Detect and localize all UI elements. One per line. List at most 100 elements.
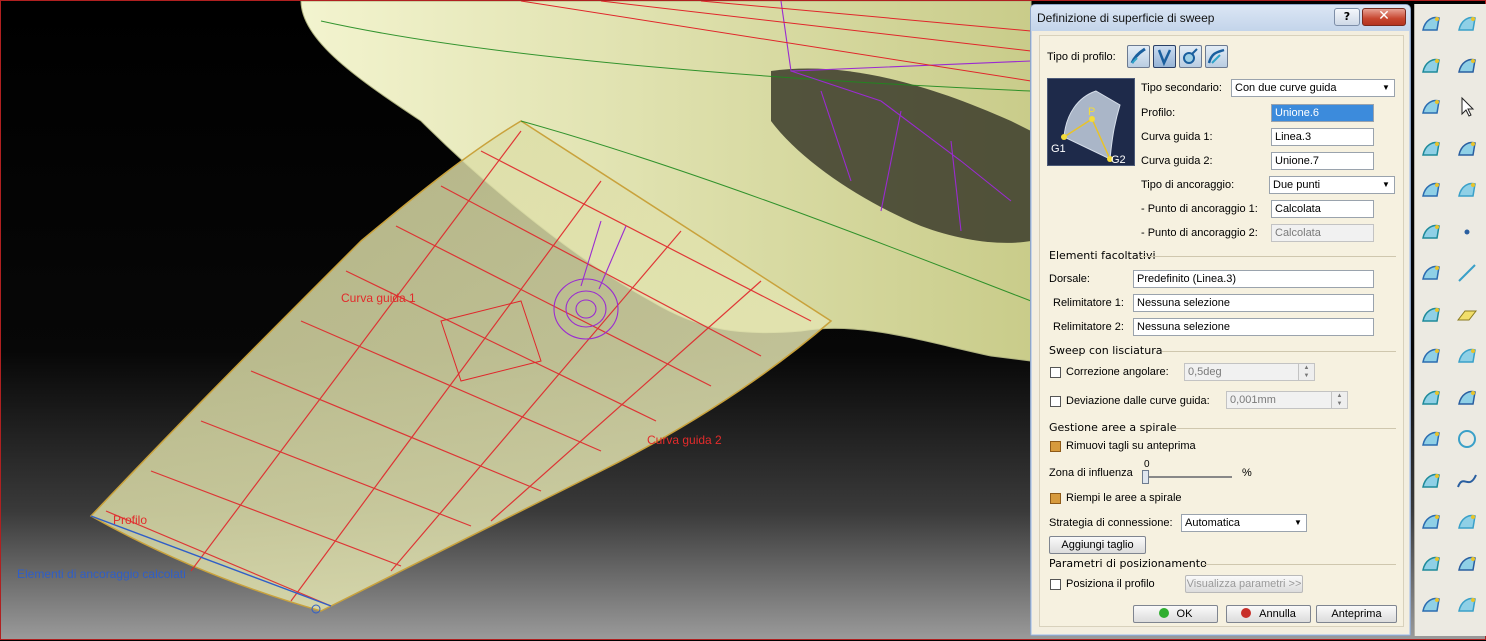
measure-icon-graphic <box>1458 58 1476 73</box>
rimuovi-checkbox[interactable] <box>1050 441 1061 452</box>
profilo-field[interactable]: Unione.6 <box>1271 104 1374 122</box>
blend-icon-graphic <box>1422 182 1440 197</box>
ok-button[interactable]: OK <box>1133 605 1218 623</box>
symmetry-icon[interactable] <box>1419 593 1443 617</box>
relimitatore-1-label: Relimitatore 1: <box>1053 297 1124 309</box>
multi-section-icon[interactable] <box>1419 261 1443 285</box>
offset-icon-graphic <box>1422 141 1440 156</box>
intersect-icon-graphic <box>1458 390 1476 405</box>
anteprima-button[interactable]: Anteprima <box>1316 605 1397 623</box>
profile-explicit-button[interactable] <box>1127 45 1150 68</box>
dialog-titlebar[interactable]: Definizione di superficie di sweep ? ✕ <box>1031 5 1410 31</box>
close-button[interactable]: ✕ <box>1362 8 1406 26</box>
tipo-ancoraggio-select[interactable]: Due punti ▼ <box>1269 176 1395 194</box>
visualizza-parametri-button[interactable]: Visualizza parametri >> <box>1185 575 1303 593</box>
tipo-profilo-label: Tipo di profilo: <box>1047 51 1116 63</box>
profile-conic-button[interactable] <box>1205 45 1228 68</box>
deviazione-checkbox[interactable] <box>1050 396 1061 407</box>
scale-icon[interactable] <box>1455 593 1479 617</box>
chevron-down-icon: ▼ <box>1294 518 1302 527</box>
corner-icon-graphic <box>1458 514 1476 529</box>
sweep-diagram-graphic: G1 G2 P <box>1051 90 1126 166</box>
healing-icon[interactable] <box>1419 344 1443 368</box>
sweep-icon-graphic <box>1422 16 1440 31</box>
spline-icon[interactable] <box>1455 469 1479 493</box>
rotate-icon[interactable] <box>1455 552 1479 576</box>
spinner-arrows-icon[interactable]: ▲ ▼ <box>1331 392 1347 408</box>
fill-icon[interactable] <box>1419 220 1443 244</box>
zona-influenza-slider-thumb[interactable] <box>1142 470 1149 484</box>
deviazione-label: Deviazione dalle curve guida: <box>1066 395 1210 407</box>
curva-guida-1-field[interactable]: Linea.3 <box>1271 128 1374 146</box>
point-icon-graphic <box>1464 229 1470 234</box>
sweep-icon[interactable] <box>1419 12 1443 36</box>
help-button[interactable]: ? <box>1334 8 1360 26</box>
tipo-secondario-select[interactable]: Con due curve guida ▼ <box>1231 79 1395 97</box>
symmetry-icon-graphic <box>1422 597 1440 612</box>
correzione-stepper[interactable]: 0,5deg ▲ ▼ <box>1184 363 1315 381</box>
sweep-diagram: G1 G2 P <box>1047 78 1135 166</box>
spinner-arrows-icon[interactable]: ▲ ▼ <box>1298 364 1314 380</box>
aggiungi-taglio-button[interactable]: Aggiungi taglio <box>1049 536 1146 554</box>
split-icon[interactable] <box>1419 386 1443 410</box>
profile-circle-button[interactable] <box>1179 45 1202 68</box>
profilo-label: Profilo: <box>1141 107 1176 119</box>
diagram-g1: G1 <box>1051 143 1066 155</box>
select-arrow-icon-graphic <box>1461 96 1475 117</box>
posiziona-checkbox[interactable] <box>1050 579 1061 590</box>
relimitatore-2-field[interactable]: Nessuna selezione <box>1133 318 1374 336</box>
circle-icon[interactable] <box>1455 427 1479 451</box>
offset-icon[interactable] <box>1419 137 1443 161</box>
intersect-icon[interactable] <box>1455 386 1479 410</box>
boundary-icon[interactable] <box>1419 469 1443 493</box>
plane-icon[interactable] <box>1455 303 1479 327</box>
relimitatore-1-field[interactable]: Nessuna selezione <box>1133 294 1374 312</box>
strategia-value: Automatica <box>1185 517 1241 529</box>
correzione-label: Correzione angolare: <box>1066 366 1169 378</box>
line-icon[interactable] <box>1455 261 1479 285</box>
correzione-value: 0,5deg <box>1188 366 1222 378</box>
deviazione-stepper[interactable]: 0,001mm ▲ ▼ <box>1226 391 1348 409</box>
translate-icon[interactable] <box>1419 552 1443 576</box>
projection-icon[interactable] <box>1455 344 1479 368</box>
dialog-content: Tipo di profilo: G1 G2 P Tipo secondario… <box>1039 35 1404 627</box>
posizionamento-group-title: Parametri di posizionamento <box>1049 557 1207 570</box>
chevron-down-icon: ▼ <box>1382 180 1390 189</box>
swap-icon[interactable] <box>1455 12 1479 36</box>
punto-ancoraggio-1-field[interactable]: Calcolata <box>1271 200 1374 218</box>
curva-guida-2-field[interactable]: Unione.7 <box>1271 152 1374 170</box>
sketch-icon[interactable] <box>1455 178 1479 202</box>
multi-section-icon-graphic <box>1422 265 1440 280</box>
group-divider <box>1140 256 1396 257</box>
measure-icon[interactable] <box>1455 54 1479 78</box>
blend-icon[interactable] <box>1419 178 1443 202</box>
punto-ancoraggio-2-field[interactable]: Calcolata <box>1271 224 1374 242</box>
corner-icon[interactable] <box>1455 510 1479 534</box>
point-icon[interactable] <box>1455 220 1479 244</box>
annulla-button[interactable]: Annulla <box>1226 605 1311 623</box>
trim-icon-graphic <box>1422 431 1440 446</box>
snap-icon[interactable] <box>1455 137 1479 161</box>
correzione-checkbox[interactable] <box>1050 367 1061 378</box>
trim-icon[interactable] <box>1419 427 1443 451</box>
riempi-checkbox[interactable] <box>1050 493 1061 504</box>
extrude-icon[interactable] <box>1419 54 1443 78</box>
group-divider <box>1203 564 1396 565</box>
plane-icon-graphic <box>1456 310 1478 320</box>
strategia-select[interactable]: Automatica ▼ <box>1181 514 1307 532</box>
healing-icon-graphic <box>1422 348 1440 363</box>
zona-influenza-slider-track[interactable] <box>1144 476 1232 478</box>
join-icon[interactable] <box>1419 303 1443 327</box>
dorsale-field[interactable]: Predefinito (Linea.3) <box>1133 270 1374 288</box>
boundary-icon-graphic <box>1422 473 1440 488</box>
right-toolbar <box>1414 4 1486 636</box>
rotate-icon-graphic <box>1458 556 1476 571</box>
profile-line-button[interactable] <box>1153 45 1176 68</box>
select-arrow-icon[interactable] <box>1455 95 1479 119</box>
extract-icon[interactable] <box>1419 510 1443 534</box>
revolve-icon[interactable] <box>1419 95 1443 119</box>
riempi-label: Riempi le aree a spirale <box>1066 492 1182 504</box>
punto-ancoraggio-1-label: - Punto di ancoraggio 1: <box>1141 203 1258 215</box>
label-elementi-ancoraggio: Elementi di ancoraggio calcolati <box>17 567 186 581</box>
zona-influenza-label: Zona di influenza <box>1049 467 1133 479</box>
